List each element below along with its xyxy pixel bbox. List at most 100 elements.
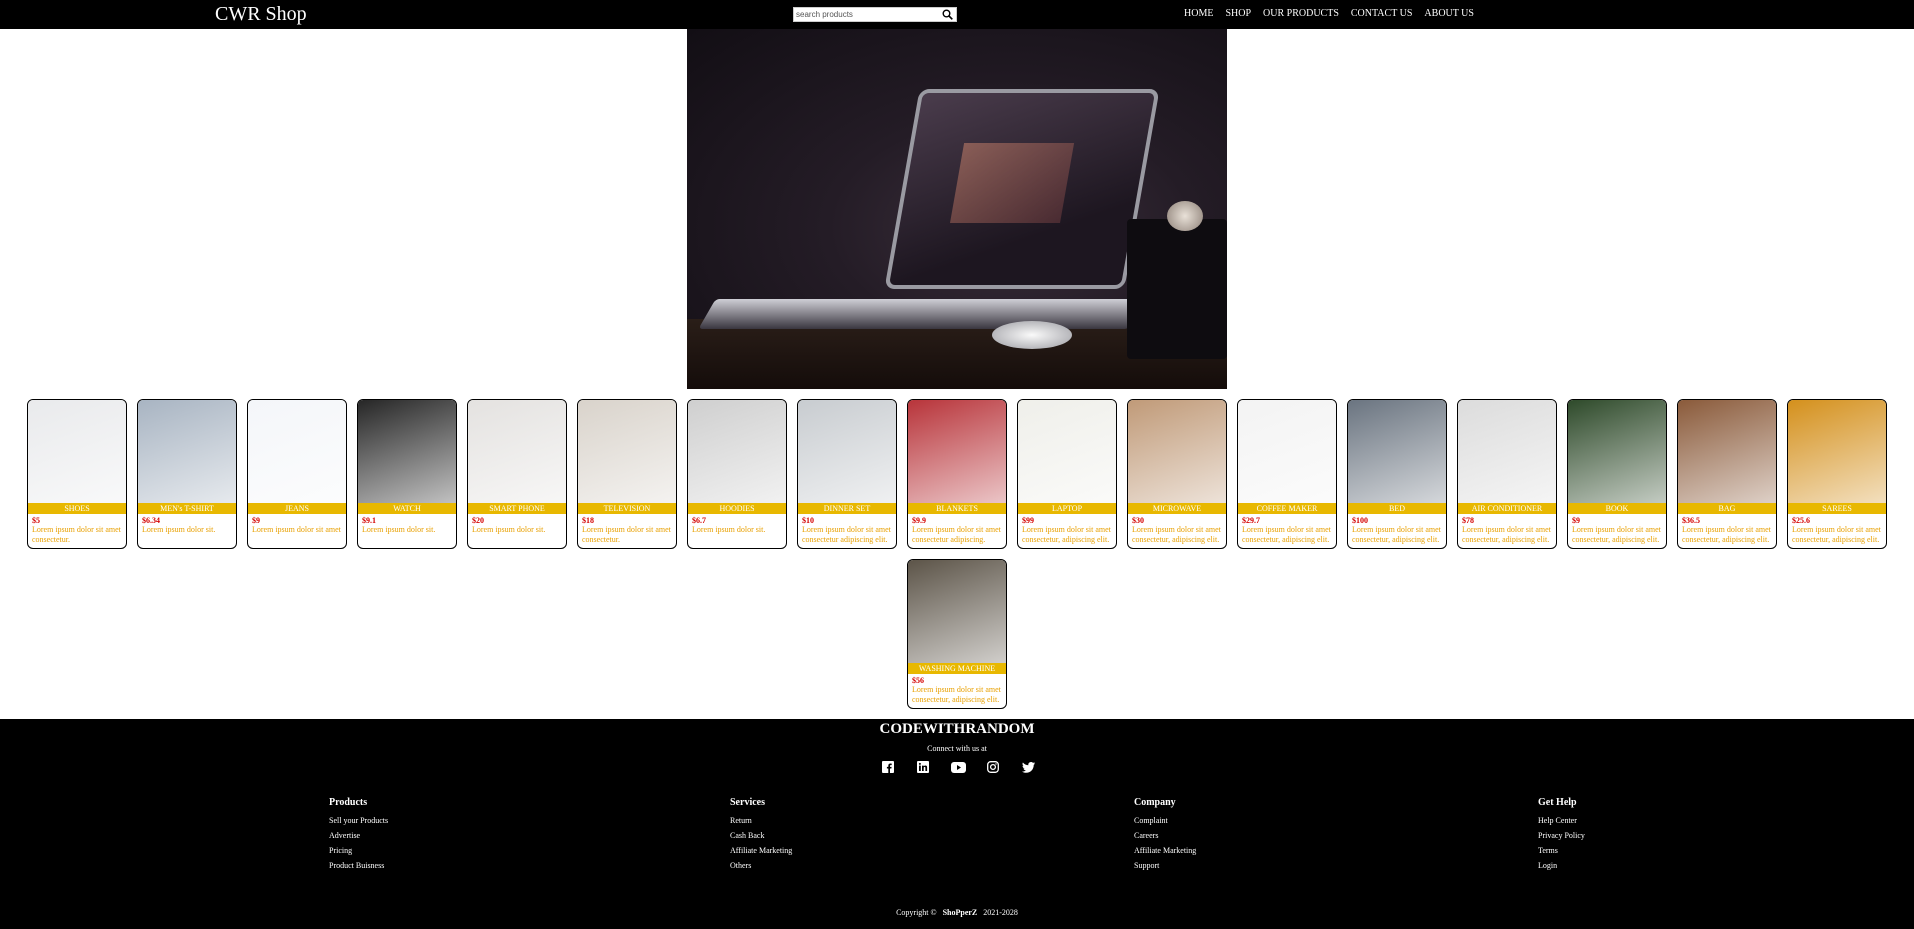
product-image[interactable]	[908, 560, 1006, 663]
product-name: SAREES	[1788, 503, 1886, 514]
footer-link[interactable]: Advertise	[329, 828, 388, 843]
search-input[interactable]	[796, 8, 936, 21]
main-menu: HOME SHOP OUR PRODUCTS CONTACT US ABOUT …	[1184, 8, 1486, 20]
product-price: $25.6	[1792, 516, 1810, 525]
footer-link[interactable]: Login	[1538, 858, 1585, 873]
product-image[interactable]	[1788, 400, 1886, 503]
menu-home[interactable]: HOME	[1184, 8, 1213, 20]
product-card[interactable]: HOODIES $6.7 Lorem ipsum dolor sit.	[687, 399, 787, 549]
product-name: BOOK	[1568, 503, 1666, 514]
product-image[interactable]	[138, 400, 236, 503]
footer-title: CODEWITHRANDOM	[879, 721, 1035, 737]
site-footer: CODEWITHRANDOM Connect with us at Produc…	[0, 719, 1914, 929]
footer-col-products: Products Sell your Products Advertise Pr…	[329, 797, 388, 873]
product-name: MEN's T-SHIRT	[138, 503, 236, 514]
product-image[interactable]	[248, 400, 346, 503]
footer-link[interactable]: Pricing	[329, 843, 388, 858]
product-image[interactable]	[1018, 400, 1116, 503]
footer-link[interactable]: Help Center	[1538, 813, 1585, 828]
linkedin-icon[interactable]	[915, 759, 931, 775]
product-card[interactable]: SHOES $5 Lorem ipsum dolor sit amet consec…	[27, 399, 127, 549]
product-image[interactable]	[1568, 400, 1666, 503]
product-name: HOODIES	[688, 503, 786, 514]
product-card[interactable]: JEANS $9 Lorem ipsum dolor sit amet	[247, 399, 347, 549]
product-image[interactable]	[1458, 400, 1556, 503]
social-links	[880, 759, 1036, 775]
footer-link[interactable]: Affiliate Marketing	[1134, 843, 1196, 858]
product-image[interactable]	[798, 400, 896, 503]
product-name: JEANS	[248, 503, 346, 514]
product-image[interactable]	[358, 400, 456, 503]
footer-col-get-help: Get Help Help Center Privacy Policy Term…	[1538, 797, 1585, 873]
product-price: $9.1	[362, 516, 376, 525]
footer-link[interactable]: Affiliate Marketing	[730, 843, 792, 858]
product-card[interactable]: TELEVISION $18 Lorem ipsum dolor sit amet …	[577, 399, 677, 549]
product-name: AIR CONDITIONER	[1458, 503, 1556, 514]
product-card[interactable]: MEN's T-SHIRT $6.34 Lorem ipsum dolor sit.	[137, 399, 237, 549]
product-description: Lorem ipsum dolor sit amet consectetur, …	[1682, 525, 1771, 544]
footer-col-heading: Get Help	[1538, 797, 1577, 808]
product-card[interactable]: MICROWAVE $30 Lorem ipsum dolor sit amet c…	[1127, 399, 1227, 549]
footer-col-heading: Services	[730, 797, 765, 808]
hero-mouse	[992, 321, 1072, 349]
product-name: SHOES	[28, 503, 126, 514]
footer-link[interactable]: Others	[730, 858, 792, 873]
instagram-icon[interactable]	[985, 759, 1001, 775]
footer-link[interactable]: Terms	[1538, 843, 1585, 858]
product-description: Lorem ipsum dolor sit amet consectetur, …	[912, 685, 1001, 704]
product-image[interactable]	[1128, 400, 1226, 503]
product-card[interactable]: LAPTOP $99 Lorem ipsum dolor sit amet cons…	[1017, 399, 1117, 549]
product-description: Lorem ipsum dolor sit amet	[252, 525, 341, 534]
product-card[interactable]: SMART PHONE $20 Lorem ipsum dolor sit.	[467, 399, 567, 549]
product-card[interactable]: BAG $36.5 Lorem ipsum dolor sit amet conse…	[1677, 399, 1777, 549]
product-price: $9	[1572, 516, 1580, 525]
product-description: Lorem ipsum dolor sit amet consectetur a…	[912, 525, 1001, 544]
product-card[interactable]: DINNER SET $10 Lorem ipsum dolor sit amet …	[797, 399, 897, 549]
footer-link[interactable]: Sell your Products	[329, 813, 388, 828]
product-image[interactable]	[908, 400, 1006, 503]
product-image[interactable]	[688, 400, 786, 503]
product-card[interactable]: BED $100 Lorem ipsum dolor sit amet consec…	[1347, 399, 1447, 549]
product-image[interactable]	[578, 400, 676, 503]
menu-shop[interactable]: SHOP	[1225, 8, 1251, 20]
copyright-brand[interactable]: ShoPperZ	[943, 908, 978, 917]
product-description: Lorem ipsum dolor sit amet consectetur, …	[1022, 525, 1111, 544]
product-card[interactable]: AIR CONDITIONER $78 Lorem ipsum dolor sit …	[1457, 399, 1557, 549]
product-price: $29.7	[1242, 516, 1260, 525]
product-image[interactable]	[1238, 400, 1336, 503]
product-description: Lorem ipsum dolor sit.	[472, 525, 546, 534]
footer-link[interactable]: Support	[1134, 858, 1196, 873]
product-image[interactable]	[28, 400, 126, 503]
product-description: Lorem ipsum dolor sit amet consectetur a…	[802, 525, 891, 544]
product-image[interactable]	[1348, 400, 1446, 503]
menu-about-us[interactable]: ABOUT US	[1424, 8, 1474, 20]
product-card[interactable]: WASHING MACHINE $56 Lorem ipsum dolor sit …	[907, 559, 1007, 709]
youtube-icon[interactable]	[950, 759, 966, 775]
footer-link[interactable]: Privacy Policy	[1538, 828, 1585, 843]
footer-link[interactable]: Return	[730, 813, 792, 828]
footer-link[interactable]: Complaint	[1134, 813, 1196, 828]
product-card[interactable]: WATCH $9.1 Lorem ipsum dolor sit.	[357, 399, 457, 549]
product-image[interactable]	[468, 400, 566, 503]
brand-logo[interactable]: CWR Shop	[215, 3, 307, 25]
hero-laptop-screen	[884, 89, 1160, 289]
product-description: Lorem ipsum dolor sit amet consectetur, …	[1242, 525, 1331, 544]
product-card[interactable]: BOOK $9 Lorem ipsum dolor sit amet consect…	[1567, 399, 1667, 549]
top-navbar: CWR Shop HOME SHOP OUR PRODUCTS CONTACT …	[0, 0, 1914, 29]
footer-link[interactable]: Careers	[1134, 828, 1196, 843]
product-price: $5	[32, 516, 40, 525]
search-icon[interactable]	[939, 8, 955, 21]
footer-link[interactable]: Cash Back	[730, 828, 792, 843]
product-image[interactable]	[1678, 400, 1776, 503]
menu-our-products[interactable]: OUR PRODUCTS	[1263, 8, 1339, 20]
product-name: LAPTOP	[1018, 503, 1116, 514]
product-card[interactable]: SAREES $25.6 Lorem ipsum dolor sit amet co…	[1787, 399, 1887, 549]
product-card[interactable]: COFFEE MAKER $29.7 Lorem ipsum dolor sit a…	[1237, 399, 1337, 549]
footer-link[interactable]: Product Buisness	[329, 858, 388, 873]
twitter-icon[interactable]	[1020, 759, 1036, 775]
facebook-icon[interactable]	[880, 759, 896, 775]
product-card[interactable]: BLANKETS $9.9 Lorem ipsum dolor sit amet c…	[907, 399, 1007, 549]
product-price: $10	[802, 516, 814, 525]
menu-contact-us[interactable]: CONTACT US	[1351, 8, 1413, 20]
product-price: $100	[1352, 516, 1368, 525]
